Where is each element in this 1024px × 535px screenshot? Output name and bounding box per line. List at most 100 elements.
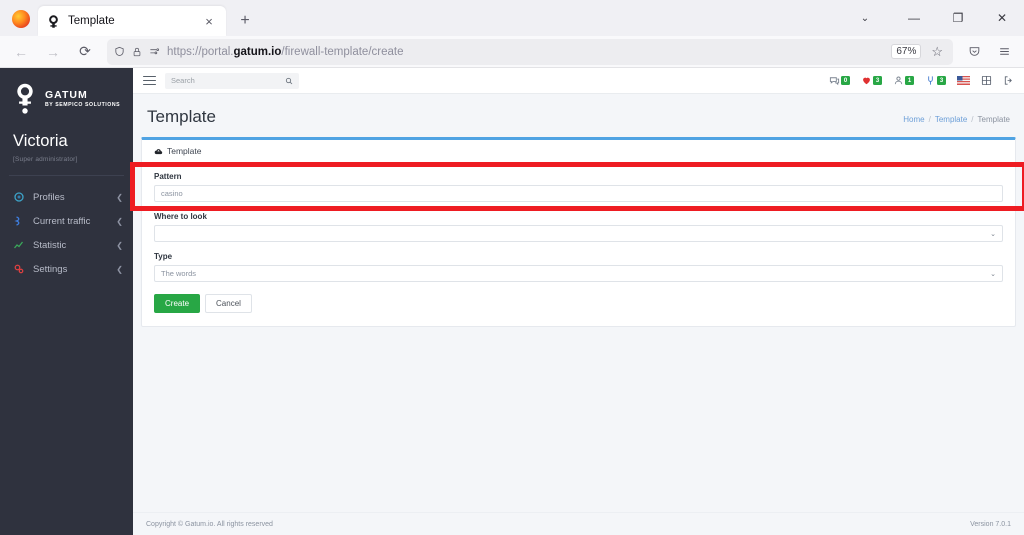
chevron-down-icon: ⌄ xyxy=(990,270,996,278)
web-application: GATUM BY SEMPICO SOLUTIONS Victoria [Sup… xyxy=(0,68,1024,535)
breadcrumb: Home / Template / Template xyxy=(903,115,1010,124)
chevron-left-icon: ❮ xyxy=(116,240,123,250)
profiles-icon xyxy=(13,191,25,203)
grid-icon[interactable] xyxy=(981,75,992,86)
comments-indicator[interactable]: 0 xyxy=(829,75,850,86)
users-indicator[interactable]: 1 xyxy=(893,75,914,86)
hamburger-menu-icon[interactable] xyxy=(990,38,1018,66)
sidebar-item-settings[interactable]: Settings ❮ xyxy=(0,257,133,281)
tab-list-button[interactable]: ⌄ xyxy=(838,0,892,36)
menu-toggle-icon[interactable] xyxy=(143,76,156,85)
cloud-upload-icon xyxy=(154,148,163,154)
chevron-down-icon: ⌄ xyxy=(990,230,996,238)
card-body: Pattern casino Where to look ⌄ Type The … xyxy=(130,162,1024,326)
brand-subtitle: BY SEMPICO SOLUTIONS xyxy=(45,102,121,109)
connections-indicator[interactable]: 3 xyxy=(925,75,946,86)
brand-block: GATUM BY SEMPICO SOLUTIONS xyxy=(0,68,133,126)
badge-count: 3 xyxy=(937,76,946,85)
window-controls: ⌄ — ❐ ✕ xyxy=(838,0,1024,36)
badge-count: 0 xyxy=(841,76,850,85)
tab-template-label: Template xyxy=(167,146,202,156)
app-footer: Copyright © Gatum.io. All rights reserve… xyxy=(133,512,1024,535)
field-label: Type xyxy=(154,252,173,261)
browser-tab-title: Template xyxy=(68,15,115,27)
chevron-left-icon: ❮ xyxy=(116,192,123,202)
app-topbar: Search 0 3 1 3 xyxy=(133,68,1024,94)
brand-name: GATUM xyxy=(45,88,88,101)
chevron-left-icon: ❮ xyxy=(116,264,123,274)
breadcrumb-separator: / xyxy=(928,115,931,124)
field-where-to-look: Where to look ⌄ xyxy=(154,212,1003,242)
gatum-logo-icon xyxy=(17,83,33,114)
pattern-input[interactable]: casino xyxy=(154,185,1003,202)
select-value: The words xyxy=(161,269,197,278)
badge-count: 1 xyxy=(905,76,914,85)
address-bar[interactable]: https://portal.gatum.io/firewall-templat… xyxy=(107,38,953,65)
tab-template[interactable]: Template xyxy=(148,140,210,162)
breadcrumb-item-current: Template xyxy=(977,115,1010,124)
card-wrapper: Template Pattern casino Where to look ⌄ … xyxy=(130,127,1024,327)
permissions-icon[interactable] xyxy=(149,46,160,57)
main-content: Search 0 3 1 3 Template Home / Template … xyxy=(130,68,1024,535)
zoom-level-badge[interactable]: 67% xyxy=(891,44,922,59)
sidebar-item-label: Profiles xyxy=(33,191,65,203)
url-path: /firewall-template/create xyxy=(281,45,404,58)
card-tab-bar: Template xyxy=(142,140,1015,163)
sidebar-menu: Profiles ❮ Current traffic ❮ Statistic ❮ xyxy=(0,176,133,281)
cancel-button[interactable]: Cancel xyxy=(205,294,252,313)
search-input[interactable]: Search xyxy=(165,72,299,89)
us-flag-icon[interactable] xyxy=(957,76,970,85)
url-text[interactable]: https://portal.gatum.io/firewall-templat… xyxy=(167,46,884,58)
sidebar-item-label: Statistic xyxy=(33,239,67,251)
pocket-icon[interactable] xyxy=(960,38,988,66)
window-minimize-button[interactable]: — xyxy=(892,0,936,36)
url-domain: gatum.io xyxy=(233,45,282,58)
field-type: Type The words ⌄ xyxy=(154,252,1003,282)
back-button[interactable]: ← xyxy=(6,38,36,66)
reload-button[interactable]: ⟳ xyxy=(70,38,100,66)
breadcrumb-separator: / xyxy=(971,115,974,124)
forward-button[interactable]: → xyxy=(38,38,68,66)
gatum-favicon-icon xyxy=(49,14,58,28)
user-role: [Super administrator] xyxy=(13,156,78,163)
logout-icon[interactable] xyxy=(1003,75,1014,86)
topbar-indicators: 0 3 1 3 xyxy=(829,75,1016,86)
breadcrumb-item-template[interactable]: Template xyxy=(935,115,967,124)
browser-window: Template × + ⌄ — ❐ ✕ ← → ⟳ https://porta… xyxy=(0,0,1024,535)
field-pattern: Pattern casino xyxy=(154,172,1003,202)
badge-count: 3 xyxy=(873,76,882,85)
template-card: Template Pattern casino Where to look ⌄ … xyxy=(130,137,1024,327)
sidebar-item-label: Settings xyxy=(33,263,68,275)
sidebar-item-statistic[interactable]: Statistic ❮ xyxy=(0,233,133,257)
sidebar-item-profiles[interactable]: Profiles ❮ xyxy=(0,185,133,209)
search-placeholder: Search xyxy=(171,76,195,85)
window-close-button[interactable]: ✕ xyxy=(980,0,1024,36)
traffic-icon xyxy=(13,215,25,227)
firefox-logo-icon xyxy=(12,10,30,28)
type-select[interactable]: The words ⌄ xyxy=(154,265,1003,282)
star-icon[interactable]: ☆ xyxy=(928,44,946,60)
alerts-indicator[interactable]: 3 xyxy=(861,75,882,86)
where-to-look-select[interactable]: ⌄ xyxy=(154,225,1003,242)
tab-close-icon[interactable]: × xyxy=(200,12,218,30)
browser-tab-strip: Template × + ⌄ — ❐ ✕ xyxy=(0,0,1024,36)
browser-tab[interactable]: Template × xyxy=(38,6,226,36)
sidebar-item-label: Current traffic xyxy=(33,215,91,227)
statistic-icon xyxy=(13,239,25,251)
user-name: Victoria xyxy=(13,132,68,150)
sidebar-item-current-traffic[interactable]: Current traffic ❮ xyxy=(0,209,133,233)
lock-icon[interactable] xyxy=(132,47,142,57)
footer-version: Version 7.0.1 xyxy=(970,520,1011,528)
form-actions: Create Cancel xyxy=(154,294,1003,313)
url-scheme: https://portal. xyxy=(167,45,234,58)
create-button[interactable]: Create xyxy=(154,294,201,313)
breadcrumb-item-home[interactable]: Home xyxy=(903,115,924,124)
shield-icon[interactable] xyxy=(114,46,125,57)
new-tab-button[interactable]: + xyxy=(236,12,254,30)
settings-icon xyxy=(13,263,25,275)
field-label: Where to look xyxy=(154,212,207,221)
footer-copyright: Copyright © Gatum.io. All rights reserve… xyxy=(146,520,273,528)
field-label: Pattern xyxy=(154,172,182,181)
page-title: Template xyxy=(147,107,216,126)
window-maximize-button[interactable]: ❐ xyxy=(936,0,980,36)
